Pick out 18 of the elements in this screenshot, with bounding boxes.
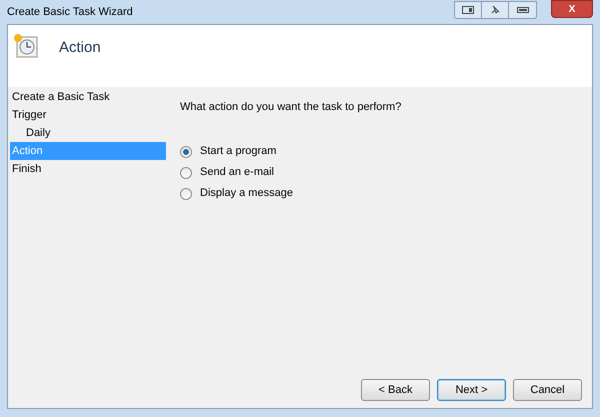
radio-button[interactable] (180, 146, 192, 158)
step-item[interactable]: Finish (10, 160, 166, 178)
wizard-button[interactable]: < Back (361, 379, 430, 401)
radio-button[interactable] (180, 188, 192, 200)
question-text: What action do you want the task to perform? (180, 100, 402, 115)
header-title: Action (59, 38, 101, 58)
step-item[interactable]: Trigger (10, 106, 166, 124)
wizard-button[interactable]: Next > (437, 379, 506, 401)
radio-option[interactable]: Start a program (180, 144, 592, 158)
wizard-button[interactable]: Cancel (513, 379, 582, 401)
window-title: Create Basic Task Wizard (7, 4, 133, 20)
step-item[interactable]: Daily (10, 124, 166, 142)
radio-button[interactable] (180, 166, 192, 178)
close-button[interactable]: X (551, 0, 593, 18)
radio-option[interactable]: Send an e-mail (180, 166, 592, 180)
step-item[interactable]: Create a Basic Task (10, 88, 166, 106)
radio-option[interactable]: Display a message (180, 186, 592, 200)
task-clock-icon (13, 33, 39, 59)
